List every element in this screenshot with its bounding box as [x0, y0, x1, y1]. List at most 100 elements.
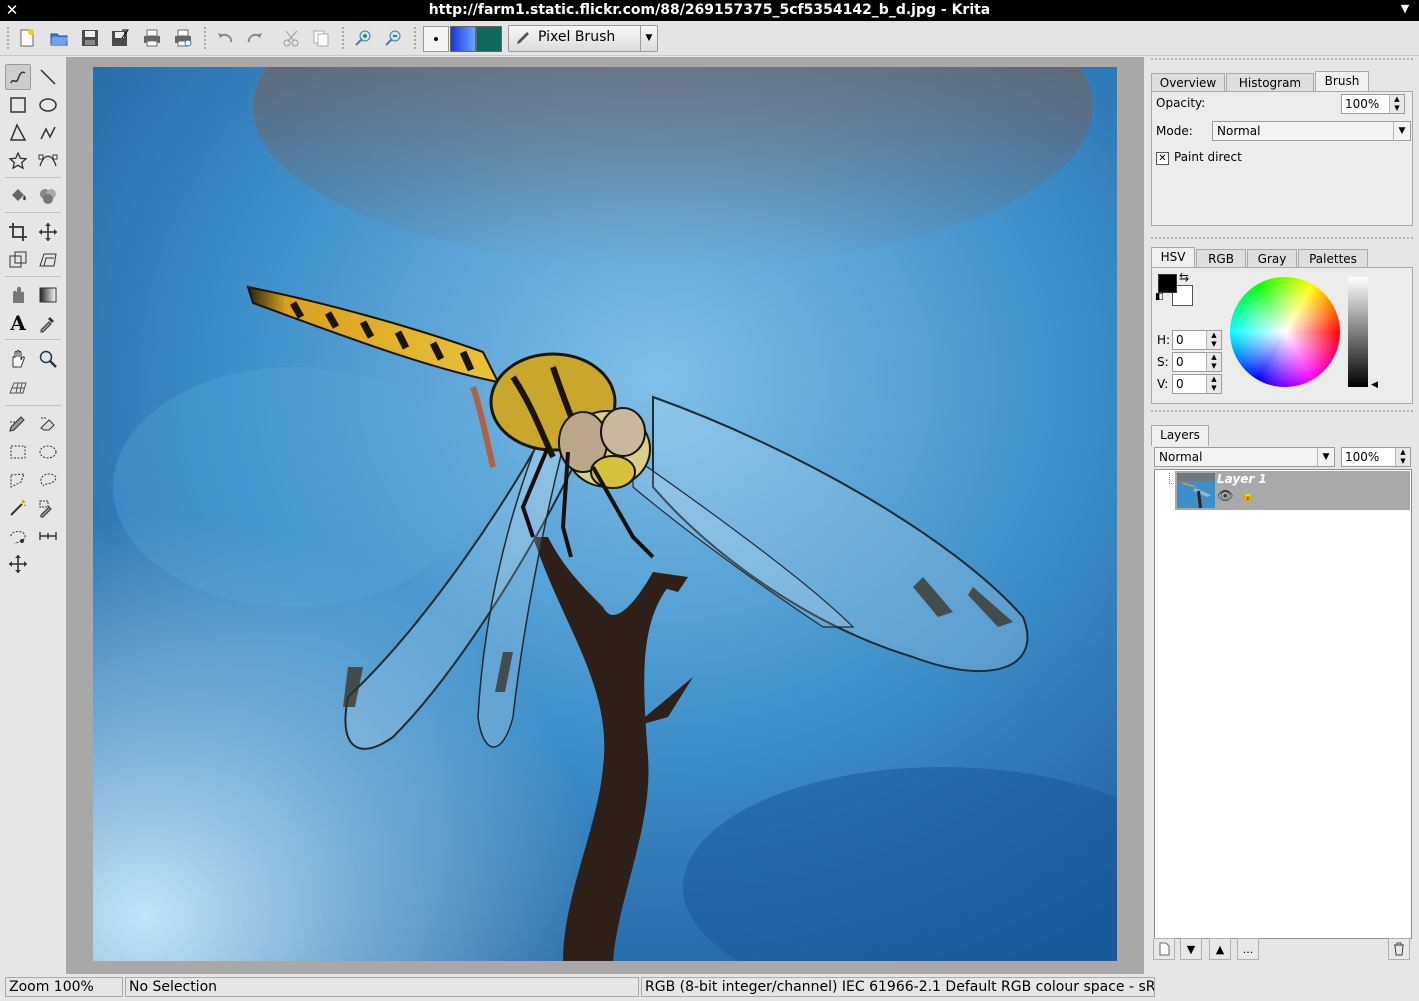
- pan-tool[interactable]: [5, 346, 31, 372]
- delete-layer-button[interactable]: [1388, 938, 1410, 960]
- toolbar-grip[interactable]: [342, 27, 348, 49]
- bezier-tool[interactable]: [35, 148, 61, 174]
- image-canvas[interactable]: [93, 67, 1117, 961]
- color-mixing-tool[interactable]: [35, 183, 61, 209]
- paint-direct-checkbox[interactable]: ✕: [1156, 152, 1169, 165]
- spin-arrows-icon[interactable]: ▲ ▼: [1206, 375, 1221, 393]
- tab-gray[interactable]: Gray: [1247, 249, 1297, 268]
- polygon-selection-tool[interactable]: [5, 467, 31, 493]
- window-menu-icon[interactable]: ▼: [1397, 2, 1413, 18]
- fill-tool[interactable]: [5, 183, 31, 209]
- layer-list[interactable]: Layer 1 👁 🔓: [1154, 469, 1412, 939]
- zoom-out-button[interactable]: [382, 26, 406, 50]
- rect-selection-tool[interactable]: [5, 439, 31, 465]
- open-file-button[interactable]: [47, 26, 71, 50]
- save-as-button[interactable]: [108, 26, 132, 50]
- spin-arrows-icon[interactable]: ▲ ▼: [1395, 448, 1410, 466]
- crop-tool[interactable]: [5, 219, 31, 245]
- polyline-tool[interactable]: [35, 120, 61, 146]
- hue-wheel[interactable]: ✕: [1230, 277, 1340, 387]
- text-tool[interactable]: A: [5, 310, 31, 336]
- path-selection-tool[interactable]: [5, 523, 31, 549]
- value-slider[interactable]: [1348, 277, 1368, 387]
- toolbar-grip[interactable]: [204, 27, 210, 49]
- v-spinbox[interactable]: 0 ▲ ▼: [1172, 374, 1222, 394]
- toolbar-grip[interactable]: [7, 27, 13, 49]
- chevron-down-icon[interactable]: ▼: [640, 26, 657, 51]
- measure-tool[interactable]: [35, 523, 61, 549]
- s-spinbox[interactable]: 0 ▲ ▼: [1172, 352, 1222, 372]
- outline-selection-tool[interactable]: [35, 467, 61, 493]
- opacity-spinbox[interactable]: 100% ▲ ▼: [1341, 94, 1405, 114]
- gradient-chooser-button[interactable]: [450, 26, 476, 52]
- docker-grip[interactable]: [1151, 410, 1413, 417]
- tab-brush[interactable]: Brush: [1315, 71, 1369, 92]
- tab-overview[interactable]: Overview: [1151, 73, 1225, 92]
- brush-selection-tool[interactable]: [5, 411, 31, 437]
- reset-colors-icon[interactable]: ◧: [1155, 292, 1164, 302]
- layer-opacity-spinbox[interactable]: 100% ▲ ▼: [1341, 447, 1411, 467]
- spin-arrows-icon[interactable]: ▲ ▼: [1206, 331, 1221, 349]
- new-file-button[interactable]: [15, 26, 39, 50]
- foreground-color-swatch[interactable]: [1158, 274, 1177, 293]
- zoom-in-button[interactable]: [352, 26, 376, 50]
- line-tool[interactable]: [35, 64, 61, 90]
- ellipse-selection-tool[interactable]: [35, 439, 61, 465]
- layer-name[interactable]: Layer 1: [1217, 472, 1267, 486]
- redo-button[interactable]: [243, 26, 267, 50]
- freehand-brush-tool[interactable]: [5, 64, 31, 90]
- move-tool[interactable]: [35, 219, 61, 245]
- eraser-selection-tool[interactable]: [35, 411, 61, 437]
- perspective-tool[interactable]: [35, 247, 61, 273]
- mode-combo[interactable]: Normal ▼: [1212, 121, 1411, 141]
- color-picker-tool[interactable]: [35, 310, 61, 336]
- spin-arrows-icon[interactable]: ▲ ▼: [1206, 353, 1221, 371]
- similar-selection-tool[interactable]: [35, 495, 61, 521]
- copy-button[interactable]: [309, 26, 333, 50]
- pan-transform-tool[interactable]: [5, 551, 31, 577]
- layer-blend-mode-combo[interactable]: Normal ▼: [1154, 447, 1335, 467]
- smudge-tool[interactable]: [5, 282, 31, 308]
- perspective-grid-tool[interactable]: [5, 375, 31, 401]
- docker-grip[interactable]: [1151, 237, 1413, 244]
- lock-icon[interactable]: 🔓: [1241, 489, 1255, 502]
- transform-tool[interactable]: [5, 247, 31, 273]
- pattern-chooser-button[interactable]: [476, 26, 502, 52]
- polygon-tool[interactable]: [5, 120, 31, 146]
- contiguous-selection-tool[interactable]: [5, 495, 31, 521]
- move-layer-down-button[interactable]: ▼: [1180, 938, 1202, 960]
- star-tool[interactable]: [5, 148, 31, 174]
- brush-shape-button[interactable]: [423, 26, 449, 52]
- canvas-area[interactable]: [66, 57, 1144, 974]
- slider-handle-icon[interactable]: ◀: [1371, 380, 1378, 390]
- zoom-tool[interactable]: [35, 346, 61, 372]
- paintop-preset-combo[interactable]: Pixel Brush ▼: [508, 25, 658, 52]
- rectangle-tool[interactable]: [5, 92, 31, 118]
- print-button[interactable]: [140, 26, 164, 50]
- new-layer-button[interactable]: [1153, 938, 1175, 960]
- tab-layers[interactable]: Layers: [1151, 425, 1209, 446]
- ellipse-tool[interactable]: [35, 92, 61, 118]
- toolbar-grip[interactable]: [414, 27, 420, 49]
- h-spinbox[interactable]: 0 ▲ ▼: [1172, 330, 1222, 350]
- gradient-tool[interactable]: [35, 282, 61, 308]
- print-preview-button[interactable]: [171, 26, 195, 50]
- layer-row[interactable]: Layer 1 👁 🔓: [1175, 471, 1410, 510]
- layer-blend-mode-value: Normal: [1159, 450, 1203, 464]
- save-button[interactable]: [78, 26, 102, 50]
- tab-hsv[interactable]: HSV: [1151, 247, 1195, 268]
- undo-button[interactable]: [213, 26, 237, 50]
- layer-properties-button[interactable]: ...: [1237, 938, 1259, 960]
- swap-colors-icon[interactable]: ⇆: [1179, 270, 1189, 284]
- tab-rgb[interactable]: RGB: [1196, 249, 1246, 268]
- tab-palettes[interactable]: Palettes: [1298, 249, 1368, 268]
- chevron-down-icon[interactable]: ▼: [1317, 448, 1334, 466]
- eraser-select-icon: [40, 417, 55, 431]
- docker-grip[interactable]: [1151, 58, 1413, 65]
- cut-button[interactable]: [280, 26, 304, 50]
- move-layer-up-button[interactable]: ▲: [1209, 938, 1231, 960]
- chevron-down-icon[interactable]: ▼: [1393, 122, 1410, 140]
- spin-arrows-icon[interactable]: ▲ ▼: [1389, 95, 1404, 113]
- tab-histogram[interactable]: Histogram: [1226, 73, 1314, 92]
- eye-icon[interactable]: 👁: [1217, 489, 1234, 504]
